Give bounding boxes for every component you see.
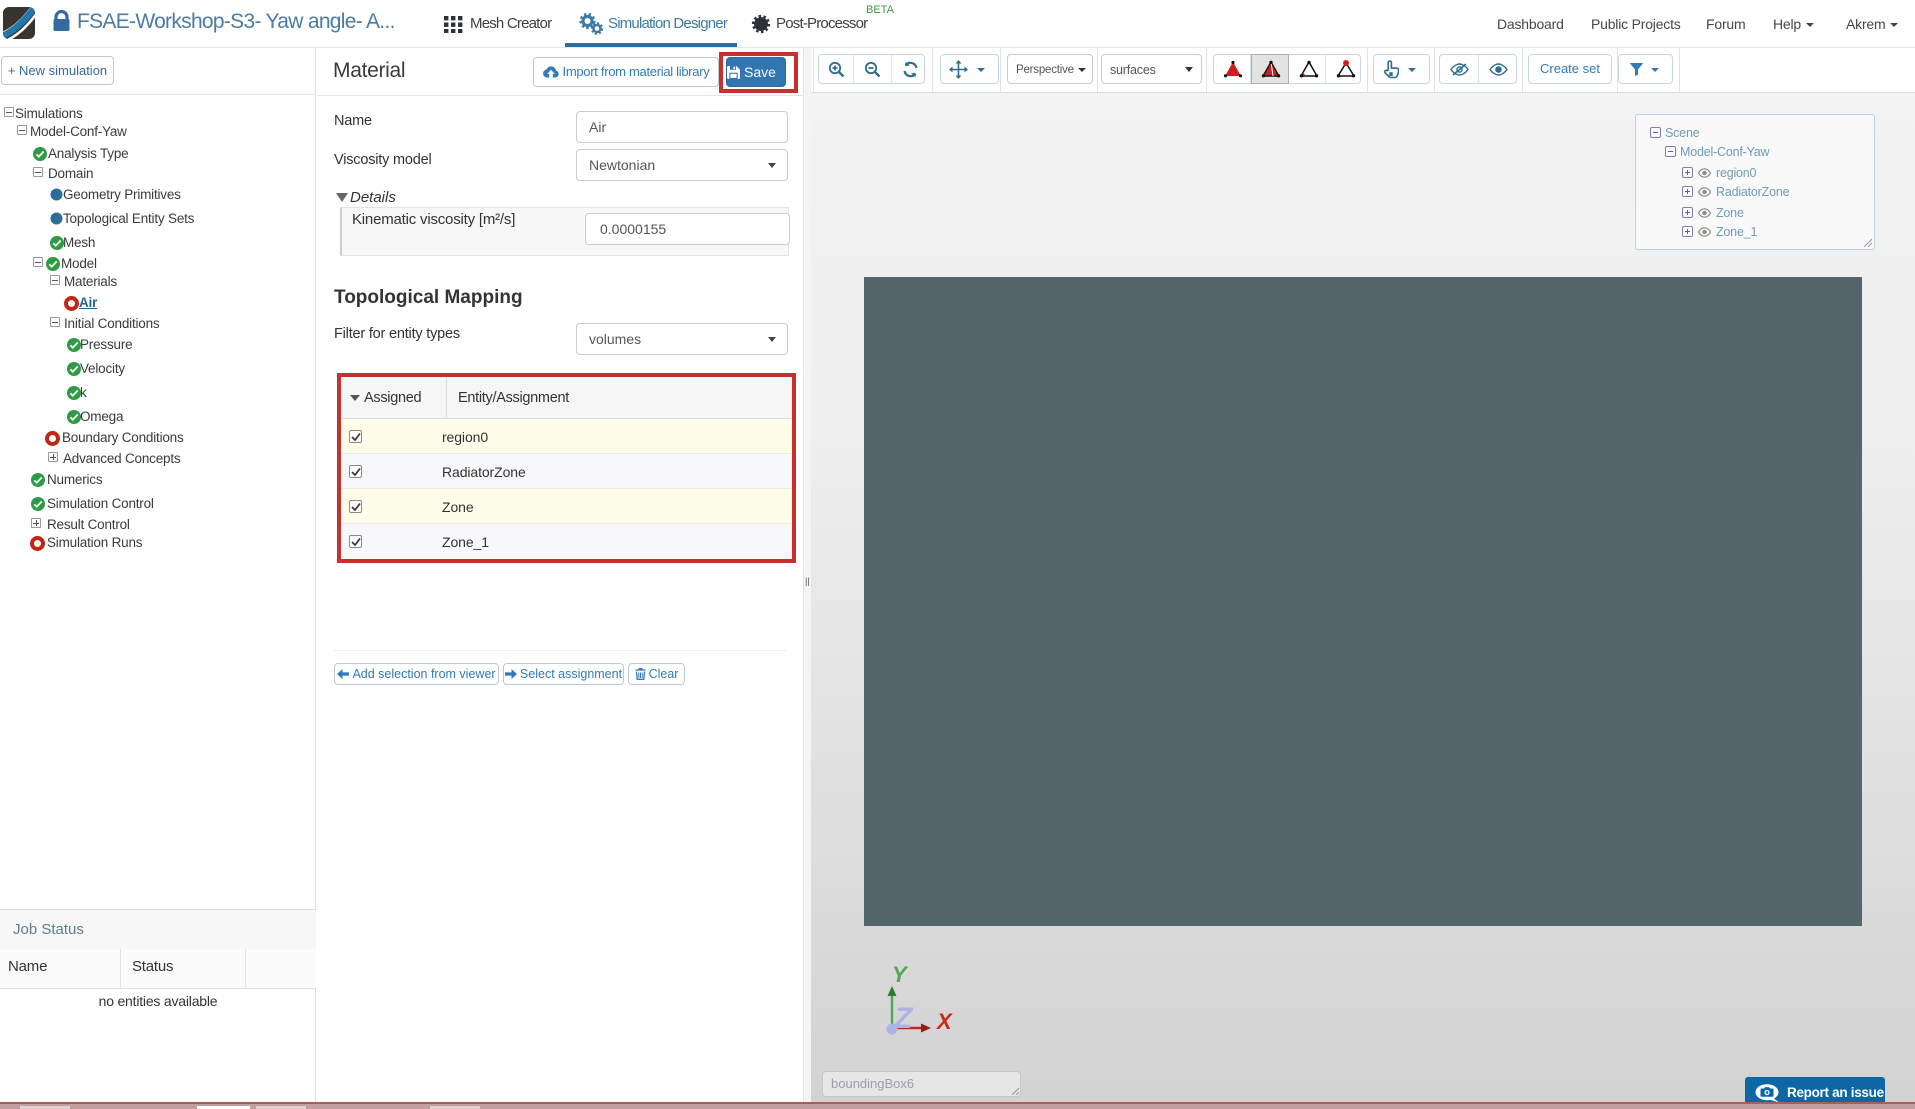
svg-text:X: X [935, 1009, 953, 1034]
svg-text:Y: Y [892, 962, 909, 987]
